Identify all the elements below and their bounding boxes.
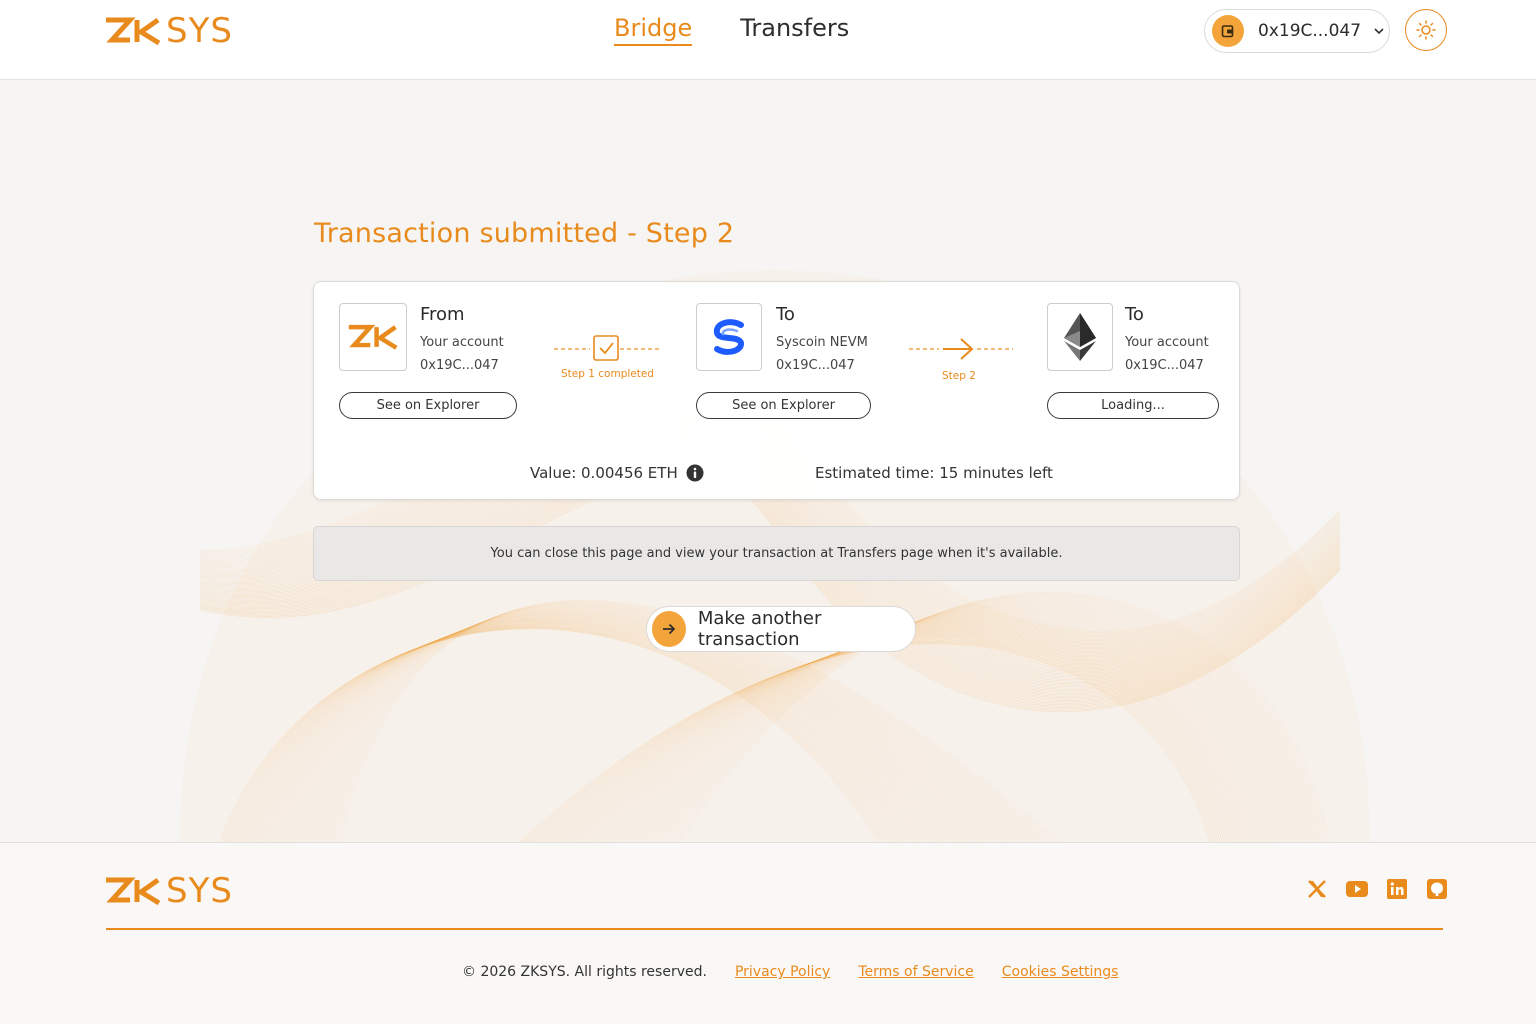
youtube-icon[interactable] bbox=[1346, 878, 1368, 900]
footer-logo-text: SYS bbox=[166, 871, 233, 911]
from-explorer-button[interactable]: See on Explorer bbox=[339, 392, 517, 419]
top-header: SYS Bridge Transfers 0x19C...047 bbox=[0, 0, 1536, 80]
to-network-tile bbox=[1047, 303, 1113, 371]
from-heading: From bbox=[420, 304, 465, 325]
privacy-policy-link[interactable]: Privacy Policy bbox=[735, 964, 830, 980]
make-another-transaction-button[interactable]: Make another transaction bbox=[646, 606, 916, 652]
x-icon[interactable] bbox=[1306, 878, 1328, 900]
ethereum-logo-icon bbox=[1064, 313, 1096, 361]
transaction-value: Value: 0.00456 ETH bbox=[530, 464, 678, 482]
chevron-down-icon bbox=[1374, 28, 1384, 35]
arrow-right-icon bbox=[652, 611, 686, 647]
wallet-address: 0x19C...047 bbox=[1258, 21, 1362, 41]
middle-explorer-button[interactable]: See on Explorer bbox=[696, 392, 871, 419]
nav-bridge[interactable]: Bridge bbox=[614, 14, 693, 46]
info-icon[interactable] bbox=[686, 464, 704, 482]
wallet-button[interactable]: 0x19C...047 bbox=[1204, 9, 1390, 53]
to-heading: To bbox=[1125, 304, 1144, 325]
main-nav: Bridge Transfers bbox=[614, 14, 849, 46]
step2-label: Step 2 bbox=[942, 370, 976, 382]
value-row: Value: 0.00456 ETH bbox=[530, 464, 704, 482]
middle-address: 0x19C...047 bbox=[776, 358, 855, 373]
estimated-time: Estimated time: 15 minutes left bbox=[815, 464, 1053, 482]
step1-connector bbox=[554, 335, 662, 361]
zk-logo-icon bbox=[348, 324, 398, 350]
zk-logo-icon bbox=[106, 877, 161, 906]
checkbox-icon bbox=[593, 335, 619, 361]
from-account-label: Your account bbox=[420, 335, 504, 350]
transaction-card: From Your account 0x19C...047 See on Exp… bbox=[313, 281, 1240, 500]
linkedin-icon[interactable] bbox=[1386, 878, 1408, 900]
page-title: Transaction submitted - Step 2 bbox=[314, 218, 735, 249]
cookies-settings-link[interactable]: Cookies Settings bbox=[1002, 964, 1119, 980]
nav-transfers[interactable]: Transfers bbox=[740, 14, 849, 46]
step1-label: Step 1 completed bbox=[561, 368, 654, 380]
terms-of-service-link[interactable]: Terms of Service bbox=[858, 964, 973, 980]
cta-label: Make another transaction bbox=[697, 608, 822, 650]
sun-icon bbox=[1416, 20, 1436, 40]
footer-divider bbox=[106, 928, 1443, 930]
theme-toggle-button[interactable] bbox=[1405, 9, 1447, 51]
logo-text: SYS bbox=[166, 11, 233, 51]
to-loading-button[interactable]: Loading... bbox=[1047, 392, 1219, 419]
middle-network-name: Syscoin NEVM bbox=[776, 335, 868, 350]
wallet-icon bbox=[1212, 15, 1244, 47]
middle-network-tile bbox=[696, 303, 762, 371]
copyright-text: © 2026 ZKSYS. All rights reserved. bbox=[462, 964, 707, 980]
footer-bottom: © 2026 ZKSYS. All rights reserved. Priva… bbox=[462, 964, 1118, 980]
from-address: 0x19C...047 bbox=[420, 358, 499, 373]
footer: SYS © 2026 ZKSYS. All rights reserved. P… bbox=[0, 842, 1536, 1024]
syscoin-logo-icon bbox=[713, 319, 744, 355]
middle-heading: To bbox=[776, 304, 795, 325]
info-notice: You can close this page and view your tr… bbox=[313, 526, 1240, 581]
footer-zksys-logo[interactable]: SYS bbox=[104, 871, 233, 911]
to-account-label: Your account bbox=[1125, 335, 1209, 350]
step2-connector bbox=[909, 338, 1013, 360]
zk-logo-icon bbox=[106, 17, 161, 46]
social-links bbox=[1306, 878, 1448, 900]
arrow-right-icon bbox=[943, 338, 974, 360]
to-address: 0x19C...047 bbox=[1125, 358, 1204, 373]
from-network-tile bbox=[339, 303, 407, 371]
zksys-logo[interactable]: SYS bbox=[104, 11, 233, 51]
notice-text: You can close this page and view your tr… bbox=[490, 546, 1063, 561]
github-icon[interactable] bbox=[1426, 878, 1448, 900]
